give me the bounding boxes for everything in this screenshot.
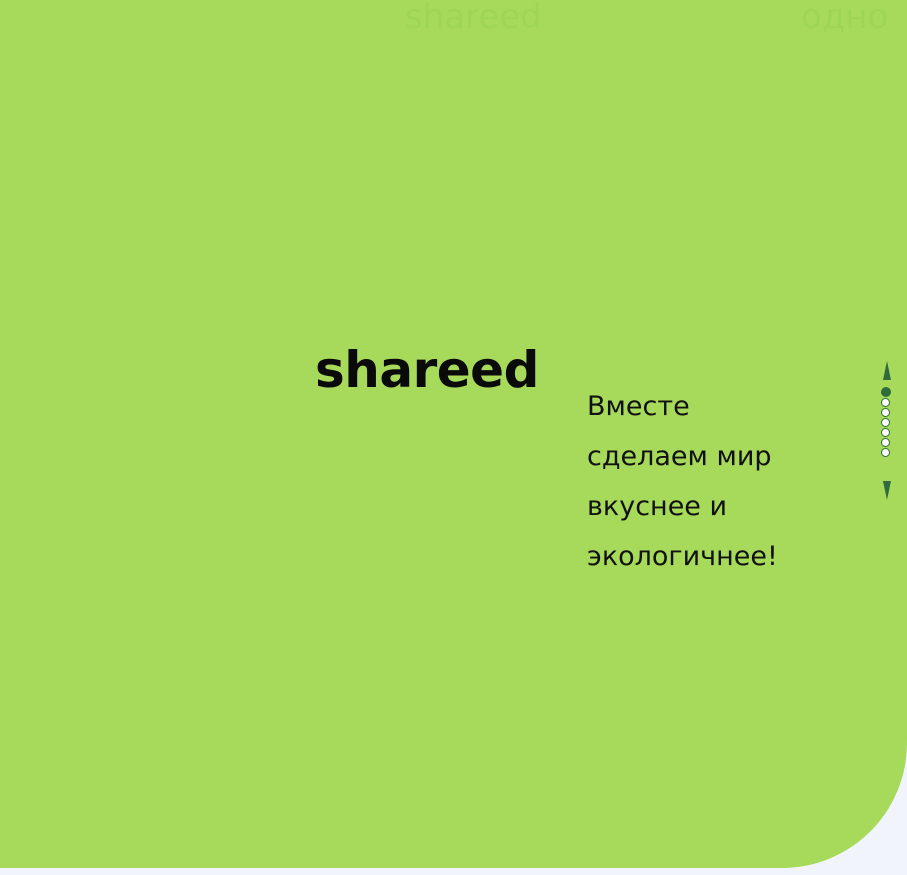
pager-dot-active[interactable] <box>881 387 891 397</box>
triangle-down-icon[interactable] <box>883 481 891 500</box>
pager-dot[interactable] <box>881 428 890 437</box>
slide-pager <box>880 361 894 501</box>
pager-dot[interactable] <box>881 448 890 457</box>
background-word: одно <box>801 0 889 37</box>
pager-dots <box>881 387 893 458</box>
pager-dot[interactable] <box>881 418 890 427</box>
pager-dot[interactable] <box>881 398 890 407</box>
page: shareed одно shareed Вместе сделаем мир … <box>0 0 907 875</box>
tagline-line: сделаем мир <box>587 441 772 472</box>
brand-title: shareed <box>315 340 539 399</box>
bottom-strip <box>0 868 907 875</box>
triangle-up-icon[interactable] <box>883 361 891 380</box>
pager-dot[interactable] <box>881 408 890 417</box>
tagline-line: вкуснее и <box>587 491 728 522</box>
tagline-line: экологичнее! <box>587 541 778 572</box>
tagline: Вместе сделаем мир вкуснее и экологичнее… <box>587 382 817 582</box>
background-word: shareed <box>405 0 542 37</box>
hero-section: shareed одно shareed Вместе сделаем мир … <box>0 0 907 868</box>
pager-dot[interactable] <box>881 438 890 447</box>
tagline-line: Вместе <box>587 391 690 422</box>
